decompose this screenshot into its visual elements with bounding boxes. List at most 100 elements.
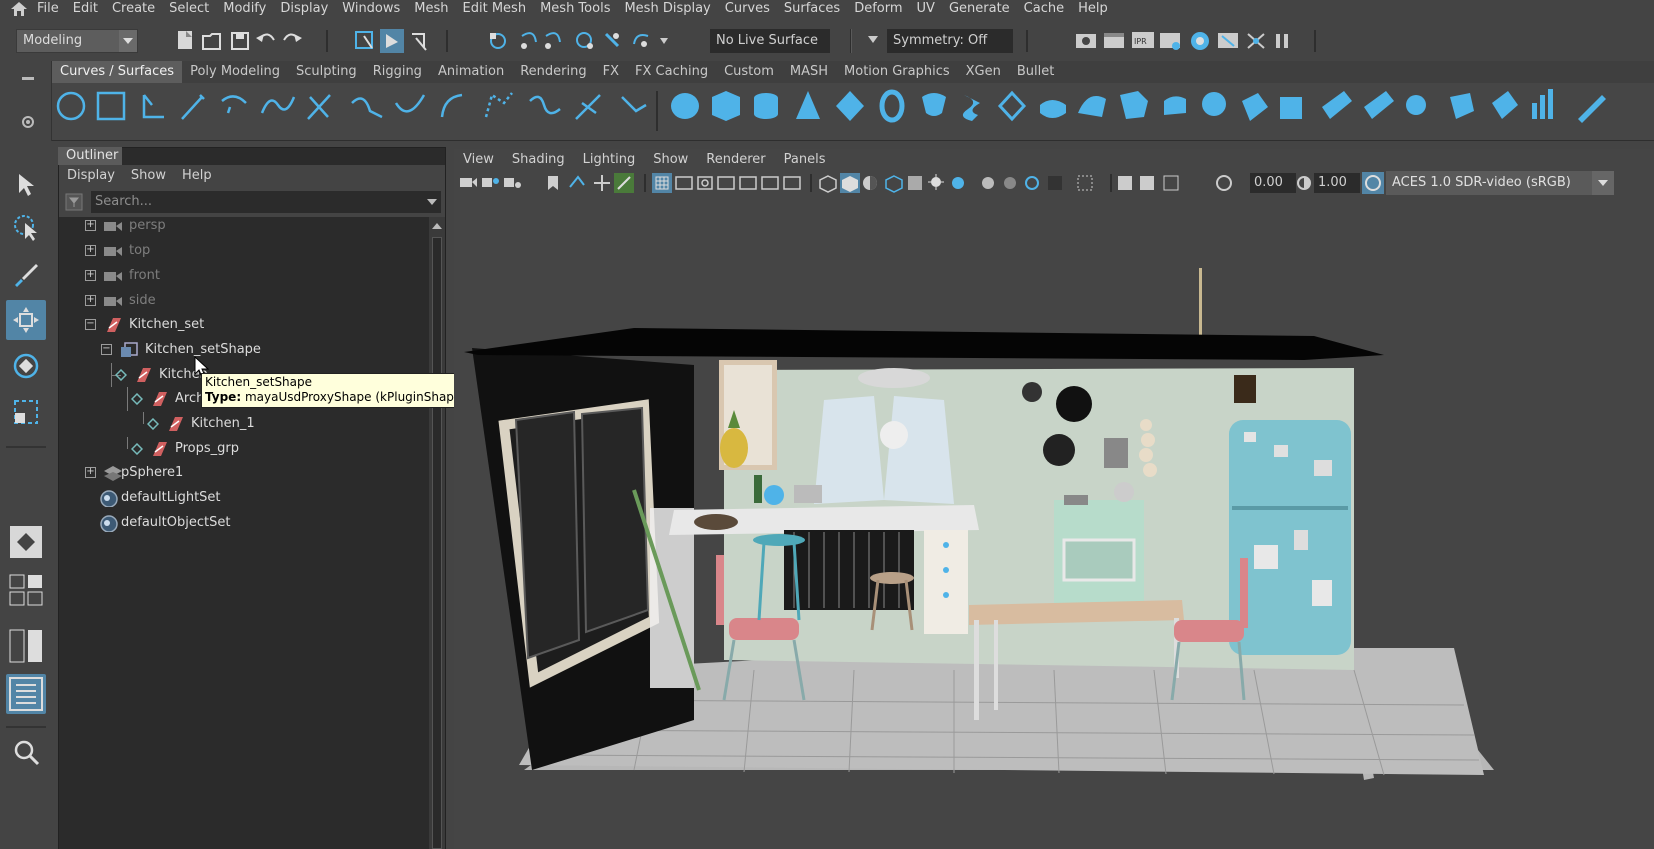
viewport-menu-view[interactable]: View [454, 149, 503, 171]
menu-edit[interactable]: Edit [66, 0, 105, 18]
menu-mesh-display[interactable]: Mesh Display [617, 0, 717, 18]
move-tool[interactable] [6, 300, 46, 340]
tree-label: defaultLightSet [121, 490, 221, 505]
expand-icon[interactable]: + [85, 295, 96, 306]
color-management-icon[interactable] [1362, 172, 1384, 194]
scale-icon [14, 400, 38, 424]
search-tool[interactable] [6, 732, 46, 772]
four-view-layout[interactable] [6, 570, 46, 610]
tab-motion-graphics[interactable]: Motion Graphics [836, 61, 958, 83]
menu-help[interactable]: Help [1071, 0, 1115, 18]
pencil-curve-icon [181, 94, 205, 120]
tab-custom[interactable]: Custom [716, 61, 782, 83]
tree-row-psphere1[interactable]: + pSphere1 [59, 461, 429, 485]
viewport-menu-lighting[interactable]: Lighting [574, 149, 645, 171]
home-icon[interactable] [8, 0, 30, 18]
menu-curves[interactable]: Curves [718, 0, 777, 18]
expand-icon[interactable]: + [85, 467, 96, 478]
scale-tool[interactable] [6, 392, 46, 432]
filter-icon[interactable] [65, 193, 83, 211]
symmetry-field[interactable]: Symmetry: Off [887, 29, 1013, 53]
outliner-scrollbar[interactable] [429, 217, 445, 849]
tab-fx-caching[interactable]: FX Caching [627, 61, 716, 83]
menu-generate[interactable]: Generate [942, 0, 1017, 18]
scrollbar-thumb[interactable] [432, 237, 442, 849]
tree-row-default-light-set[interactable]: defaultLightSet [59, 486, 429, 510]
tab-curves-surfaces[interactable]: Curves / Surfaces [52, 61, 183, 83]
viewport-menu-renderer[interactable]: Renderer [697, 149, 774, 171]
outliner-menu-help[interactable]: Help [174, 165, 220, 187]
tab-rendering[interactable]: Rendering [512, 61, 594, 83]
viewport-toolbar-icons[interactable] [458, 173, 1248, 193]
tab-fx[interactable]: FX [595, 61, 627, 83]
menu-file[interactable]: File [30, 0, 66, 18]
gear-icon[interactable] [21, 115, 35, 129]
viewport-menu-shading[interactable]: Shading [503, 149, 574, 171]
gamma-icon[interactable] [1296, 175, 1314, 191]
tab-mash[interactable]: MASH [782, 61, 836, 83]
outliner-layout[interactable] [6, 674, 46, 714]
tab-rigging[interactable]: Rigging [365, 61, 430, 83]
menu-deform[interactable]: Deform [847, 0, 909, 18]
tree-row-props-grp[interactable]: Props_grp [59, 437, 429, 461]
tree-row-side[interactable]: + side [59, 289, 429, 313]
usd-expand-icon[interactable] [147, 418, 159, 430]
menu-windows[interactable]: Windows [335, 0, 407, 18]
viewport-menu-panels[interactable]: Panels [775, 149, 835, 171]
menu-cache[interactable]: Cache [1017, 0, 1071, 18]
select-tool[interactable] [6, 164, 46, 204]
status-line-icons[interactable] [150, 28, 690, 54]
live-surface-field[interactable]: No Live Surface [710, 29, 830, 53]
two-view-layout[interactable] [6, 626, 46, 666]
usd-expand-icon[interactable] [131, 393, 143, 405]
expand-icon[interactable]: + [85, 220, 96, 231]
menu-mesh[interactable]: Mesh [407, 0, 455, 18]
tree-row-kitchen-1[interactable]: Kitchen_1 [59, 412, 429, 436]
menu-surfaces[interactable]: Surfaces [777, 0, 847, 18]
menu-select[interactable]: Select [162, 0, 216, 18]
tab-animation[interactable]: Animation [430, 61, 512, 83]
usd-expand-icon[interactable] [115, 369, 127, 381]
exposure-field[interactable]: 0.00 [1250, 173, 1296, 193]
viewport-menu-show[interactable]: Show [644, 149, 697, 171]
single-perspective-layout[interactable] [6, 522, 46, 562]
tab-sculpting[interactable]: Sculpting [288, 61, 365, 83]
workspace-selector[interactable]: Modeling [16, 29, 138, 53]
tab-poly-modeling[interactable]: Poly Modeling [182, 61, 288, 83]
tab-xgen[interactable]: XGen [958, 61, 1009, 83]
chevron-down-icon[interactable] [427, 199, 437, 206]
tree-row-top[interactable]: + top [59, 239, 429, 263]
rotate-tool[interactable] [6, 346, 46, 386]
tree-row-default-object-set[interactable]: defaultObjectSet [59, 511, 429, 535]
color-space-selector[interactable]: ACES 1.0 SDR-video (sRGB) [1386, 171, 1614, 195]
usd-expand-icon[interactable] [131, 443, 143, 455]
tab-bullet[interactable]: Bullet [1009, 61, 1062, 83]
outliner-menu-display[interactable]: Display [59, 165, 123, 187]
scroll-up-icon[interactable] [432, 223, 442, 230]
expand-icon[interactable]: + [85, 270, 96, 281]
outliner-menu-show[interactable]: Show [123, 165, 174, 187]
tree-row-kitchen-set-shape[interactable]: − Kitchen_setShape [59, 338, 429, 362]
chevron-down-icon[interactable] [868, 36, 878, 44]
tree-row-front[interactable]: + front [59, 264, 429, 288]
gamma-field[interactable]: 1.00 [1314, 173, 1360, 193]
menu-create[interactable]: Create [105, 0, 162, 18]
collapse-icon[interactable]: − [101, 344, 112, 355]
shelf-controls [0, 61, 52, 141]
lasso-tool[interactable] [6, 208, 46, 248]
tree-row-persp[interactable]: + persp [59, 214, 429, 238]
outliner-tab[interactable]: Outliner [58, 147, 122, 165]
outliner-search-input[interactable]: Search... [91, 191, 441, 213]
paint-select-tool[interactable] [6, 254, 46, 294]
shelf-collapse-icon[interactable] [22, 77, 34, 80]
expand-icon[interactable]: + [85, 245, 96, 256]
collapse-icon[interactable]: − [85, 319, 96, 330]
tree-row-kitchen-set[interactable]: − Kitchen_set [59, 313, 429, 337]
menu-modify[interactable]: Modify [216, 0, 273, 18]
menu-edit-mesh[interactable]: Edit Mesh [456, 0, 534, 18]
kitchen-set-render[interactable] [454, 200, 1654, 849]
menu-mesh-tools[interactable]: Mesh Tools [533, 0, 617, 18]
menu-uv[interactable]: UV [910, 0, 942, 18]
render-toolbar-icons[interactable]: IPR [1024, 26, 1324, 56]
menu-display[interactable]: Display [273, 0, 335, 18]
